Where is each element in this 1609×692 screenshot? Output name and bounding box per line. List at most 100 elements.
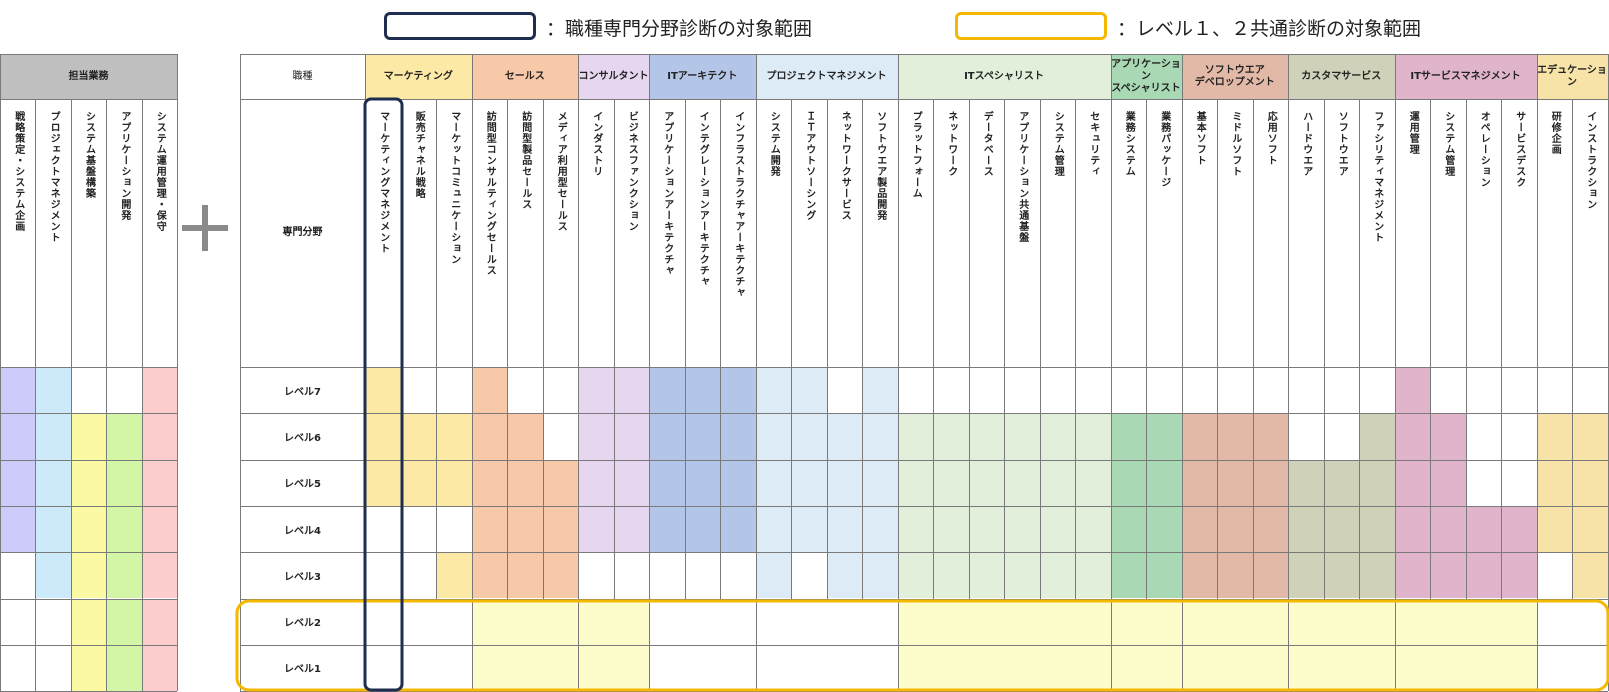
- level-cell: [1039, 552, 1075, 599]
- responsibility-level-cell: [141, 459, 177, 506]
- level-cell: [400, 459, 436, 506]
- grid-line: [933, 99, 934, 599]
- responsibility-level-cell: [141, 367, 177, 414]
- grid-line: [0, 505, 177, 507]
- level-cell: [507, 367, 543, 414]
- level-cell: [1146, 505, 1182, 553]
- job-type-cell: ソフトウエア デベロップメント: [1181, 54, 1288, 99]
- level-cell: [1394, 505, 1430, 553]
- grid-line: [0, 644, 177, 646]
- level-cell: [1004, 552, 1040, 599]
- level-cell: [862, 505, 898, 553]
- level-cell: [1181, 413, 1217, 460]
- level-cell: [1359, 505, 1395, 553]
- responsibility-level-cell: [70, 644, 107, 692]
- responsibility-level-cell: [106, 367, 142, 414]
- level-cell: [1004, 367, 1040, 414]
- grid-line: [240, 99, 1608, 100]
- specialty-cell: システム開発: [756, 99, 792, 367]
- level-label: レベル4: [284, 525, 321, 537]
- level-cell: [1394, 367, 1430, 414]
- level-cell: [1146, 367, 1182, 414]
- grid-line: [755, 99, 757, 599]
- level-cell: [1501, 459, 1537, 506]
- level-label: レベル2: [284, 618, 321, 630]
- responsibility-level-cell: [35, 644, 71, 692]
- specialty-cell: 訪問型製品セールス: [507, 99, 543, 367]
- level-cell: [1501, 413, 1537, 460]
- level-cell: [684, 367, 720, 414]
- level-cell: [1465, 413, 1501, 460]
- level-cell: [613, 459, 649, 506]
- specialty-cell: 運用管理: [1395, 99, 1431, 367]
- responsibility-level-cell: [106, 505, 142, 553]
- specialty-label: オペレーション: [1478, 111, 1490, 188]
- responsibility-level-cell: [0, 505, 36, 553]
- specialty-cell: インテグレーションアーキテクチャ: [685, 99, 721, 367]
- level-label: レベル5: [284, 479, 321, 491]
- level-cell: [1146, 459, 1182, 506]
- responsibility-column-header: システム運用管理・保守: [142, 99, 177, 367]
- grid-line: [0, 598, 177, 600]
- level-cell: [400, 552, 436, 599]
- level-cell: [755, 459, 791, 506]
- responsibility-level-cell: [70, 598, 107, 645]
- grid-line: [240, 644, 1608, 646]
- grid-line: [649, 99, 650, 599]
- level-cell: [578, 459, 614, 506]
- level-cell: [1572, 367, 1608, 414]
- specialty-label: システム管理: [1052, 111, 1064, 177]
- level-cell: [1075, 552, 1111, 599]
- level-cell: [1536, 367, 1572, 414]
- specialty-label: 運用管理: [1407, 111, 1419, 155]
- level-cell: [968, 459, 1004, 506]
- level-cell: [507, 413, 543, 460]
- level-cell: [1004, 459, 1040, 506]
- specialty-cell: アプリケーションアーキテクチャ: [649, 99, 685, 367]
- level-cell: [471, 552, 507, 599]
- level-cell: [578, 552, 614, 599]
- specialty-label: 業務システム: [1123, 111, 1135, 177]
- level-cell: [1181, 505, 1217, 553]
- level-cell: [613, 413, 649, 460]
- specialty-cell: メディア利用型セールス: [543, 99, 579, 367]
- level-cell: [933, 459, 969, 506]
- level-cell: [826, 552, 862, 599]
- level-cell: [365, 505, 401, 553]
- responsibility-level-cell: [0, 413, 36, 460]
- responsibility-level-cell: [106, 598, 142, 645]
- level-cell: [1039, 505, 1075, 553]
- grid-line: [684, 99, 686, 599]
- level-cell: [1536, 505, 1572, 553]
- level-cell: [1323, 552, 1359, 599]
- level-cell: [436, 505, 472, 553]
- level-cell: [400, 367, 436, 414]
- level-cell: [1217, 552, 1253, 599]
- level-cell: [755, 505, 791, 553]
- level-cell: [1110, 413, 1146, 460]
- specialty-cell: ソフトウエア: [1324, 99, 1360, 367]
- level-cell: [1146, 552, 1182, 599]
- level-cell: [1323, 459, 1359, 506]
- level-cell: [1501, 367, 1537, 414]
- responsibility-level-cell: [141, 552, 177, 599]
- level-cell: [755, 367, 791, 414]
- grid-line: [1430, 99, 1431, 599]
- grid-line: [1323, 99, 1325, 599]
- specialty-label: プラットフォーム: [910, 111, 922, 199]
- grid-line: [0, 54, 177, 55]
- grid-line: [240, 552, 1608, 554]
- level-cell: [826, 367, 862, 414]
- level-cell: [1465, 459, 1501, 506]
- responsibility-header: 担当業務: [0, 54, 177, 99]
- responsibility-level-cell: [0, 644, 36, 692]
- level-cell: [542, 413, 578, 460]
- level-cell: [1359, 413, 1395, 460]
- specialty-label: システム開発: [768, 111, 780, 177]
- level-cell: [897, 505, 933, 553]
- specialty-label: インテグレーションアーキテクチャ: [697, 111, 709, 287]
- level-cell: [968, 552, 1004, 599]
- responsibility-level-cell: [141, 413, 177, 460]
- level-cell: [578, 505, 614, 553]
- level-cell: [542, 459, 578, 506]
